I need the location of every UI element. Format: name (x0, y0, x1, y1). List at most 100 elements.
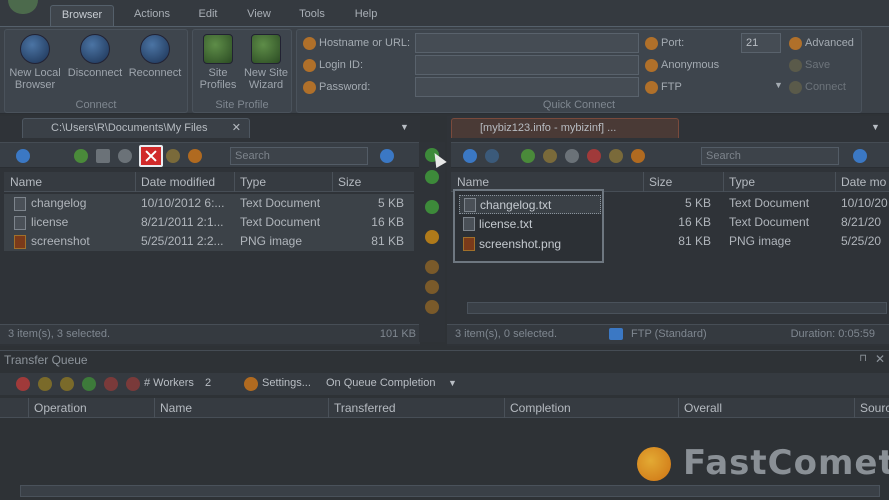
pause-all-icon[interactable] (38, 377, 52, 391)
port-input[interactable]: 21 (741, 33, 781, 53)
remove-icon[interactable] (104, 377, 118, 391)
completion-dropdown-icon[interactable]: ▼ (448, 378, 457, 388)
tab-actions[interactable]: Actions (124, 5, 180, 26)
transfer-queue-columns: Operation Name Transferred Completion Ov… (0, 398, 889, 418)
reconnect-button[interactable]: Reconnect (127, 34, 183, 79)
site-profiles-button[interactable]: Site Profiles (193, 34, 243, 91)
col-size[interactable]: Size (338, 175, 361, 189)
remote-forward-icon[interactable] (485, 149, 499, 163)
settings-icon[interactable] (244, 377, 258, 391)
queue-up-icon[interactable] (425, 260, 439, 274)
remote-back-icon[interactable] (463, 149, 477, 163)
local-search-input[interactable]: Search (230, 147, 368, 165)
advanced-button[interactable]: Advanced (805, 37, 854, 49)
hostname-input[interactable] (415, 33, 639, 53)
table-row[interactable]: changelog 10/10/2012 6:... Text Document… (4, 194, 414, 213)
queue-down-icon[interactable] (425, 280, 439, 294)
login-input[interactable] (415, 55, 639, 75)
remote-col-name[interactable]: Name (457, 175, 489, 189)
workers-stepper[interactable]: 2 (205, 377, 211, 389)
local-path-tab[interactable]: C:\Users\R\Documents\My Files ✕ (22, 118, 250, 138)
tab-browser[interactable]: Browser (50, 5, 114, 26)
close-tab-icon[interactable]: ✕ (232, 119, 241, 137)
download-arrow-icon[interactable] (425, 170, 439, 184)
remote-col-size[interactable]: Size (649, 175, 672, 189)
compare-icon[interactable] (425, 230, 439, 244)
app-menu-orb[interactable] (8, 0, 38, 14)
back-icon[interactable] (16, 149, 30, 163)
tab-list-dropdown-icon[interactable]: ▼ (400, 122, 409, 132)
save-button[interactable]: Save (805, 59, 830, 71)
pause-icon[interactable] (60, 377, 74, 391)
delete-icon[interactable] (139, 145, 163, 167)
remote-toolbar: Search (451, 142, 889, 168)
table-row[interactable]: screenshot 5/25/2011 2:2... PNG image 81… (4, 232, 414, 251)
tab-help[interactable]: Help (348, 5, 384, 26)
col-overall[interactable]: Overall (684, 401, 722, 415)
table-row[interactable]: license 8/21/2011 2:1... Text Document 1… (4, 213, 414, 232)
quick-connect-group-label: Quick Connect (542, 99, 616, 111)
col-transferred[interactable]: Transferred (334, 401, 396, 415)
remote-horizontal-scrollbar[interactable] (467, 302, 887, 314)
queue-settings-button[interactable]: Settings... (262, 377, 311, 389)
new-local-browser-button[interactable]: New Local Browser (7, 34, 63, 91)
col-source[interactable]: Sourc (860, 401, 889, 415)
remote-col-type[interactable]: Type (729, 175, 755, 189)
new-site-wizard-button[interactable]: New Site Wizard (241, 34, 291, 91)
remote-copy-icon[interactable] (543, 149, 557, 163)
disconnect-button[interactable]: Disconnect (67, 34, 123, 79)
remote-move-icon[interactable] (565, 149, 579, 163)
pin-icon[interactable]: ⊓ (859, 353, 867, 364)
sync-icon[interactable] (425, 200, 439, 214)
remote-tab-list-dropdown-icon[interactable]: ▼ (871, 122, 880, 132)
properties-icon[interactable] (166, 149, 180, 163)
move-icon[interactable] (118, 149, 132, 163)
remote-delete-icon[interactable] (587, 149, 601, 163)
refresh-icon[interactable] (74, 149, 88, 163)
local-toolbar: Search (0, 142, 420, 168)
remote-view-icon[interactable] (853, 149, 867, 163)
list-item[interactable]: license.txt (459, 215, 601, 234)
start-icon[interactable] (82, 377, 96, 391)
settings-icon[interactable] (188, 149, 202, 163)
protocol-icon (609, 328, 623, 340)
reconnect-icon (140, 34, 170, 64)
hostname-label: Hostname or URL: (319, 37, 411, 49)
remote-properties-icon[interactable] (609, 149, 623, 163)
protocol-icon (645, 81, 658, 94)
col-operation[interactable]: Operation (34, 401, 87, 415)
remote-col-date[interactable]: Date mo (841, 175, 886, 189)
remote-search-input[interactable]: Search (701, 147, 839, 165)
queue-icon[interactable] (425, 300, 439, 314)
remote-refresh-icon[interactable] (521, 149, 535, 163)
col-type[interactable]: Type (240, 175, 266, 189)
ribbon-panel: New Local Browser Disconnect Reconnect C… (0, 26, 889, 114)
remote-site-tab[interactable]: [mybiz123.info - mybizinf] ... (451, 118, 679, 138)
protocol-select[interactable]: FTP (661, 81, 682, 93)
view-icon[interactable] (380, 149, 394, 163)
remove-all-icon[interactable] (126, 377, 140, 391)
close-panel-icon[interactable]: ✕ (875, 352, 885, 366)
tab-edit[interactable]: Edit (190, 5, 226, 26)
queue-completion-dropdown[interactable]: On Queue Completion (326, 377, 435, 389)
ribbon-tab-bar: Browser Actions Edit View Tools Help (0, 0, 889, 26)
col-date-modified[interactable]: Date modified (141, 175, 215, 189)
copy-icon[interactable] (96, 149, 110, 163)
text-file-icon (14, 197, 26, 211)
local-tabbar: C:\Users\R\Documents\My Files ✕ ▼ (0, 116, 420, 138)
transfer-queue-toolbar: # Workers 2 Settings... On Queue Complet… (0, 373, 889, 395)
col-completion[interactable]: Completion (510, 401, 571, 415)
save-icon (789, 59, 802, 72)
col-name[interactable]: Name (10, 175, 42, 189)
tab-tools[interactable]: Tools (292, 5, 332, 26)
list-item[interactable]: changelog.txt (459, 195, 601, 214)
stop-icon[interactable] (16, 377, 30, 391)
col-name[interactable]: Name (160, 401, 192, 415)
list-item[interactable]: screenshot.png (459, 235, 601, 254)
anonymous-checkbox[interactable]: Anonymous (661, 59, 719, 71)
protocol-dropdown-icon[interactable]: ▼ (774, 80, 783, 90)
remote-settings-icon[interactable] (631, 149, 645, 163)
tab-view[interactable]: View (240, 5, 278, 26)
password-input[interactable] (415, 77, 639, 97)
connect-button[interactable]: Connect (805, 81, 846, 93)
